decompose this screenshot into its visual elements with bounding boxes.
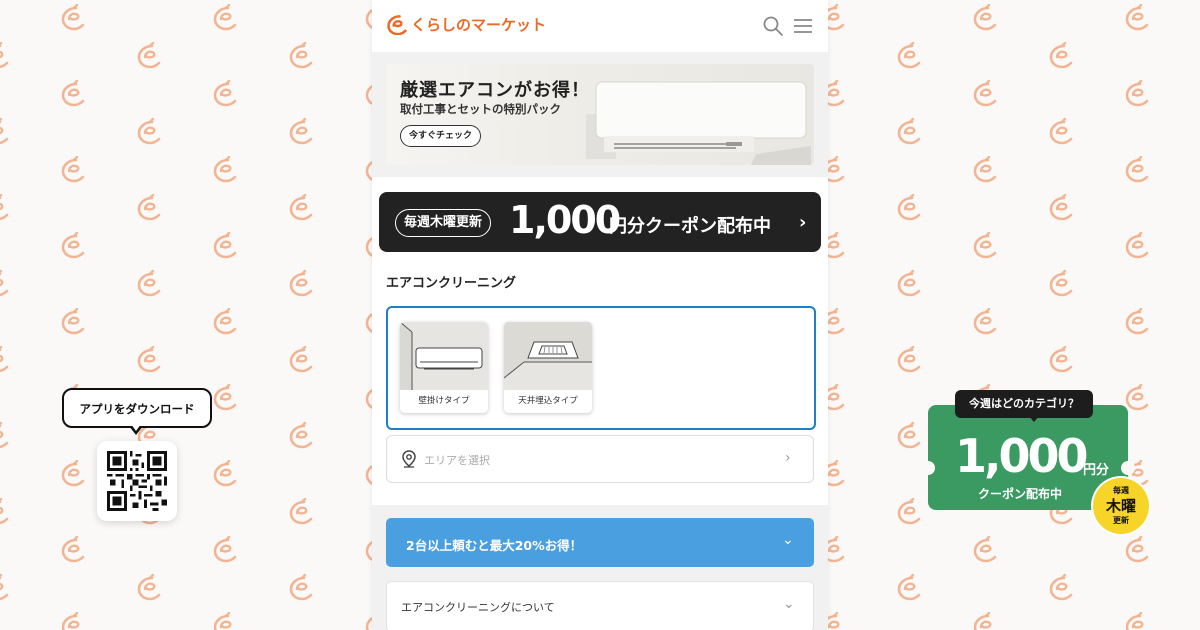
brand-name: くらしのマーケット <box>411 15 547 34</box>
app-download-label: アプリをダウンロード <box>79 402 195 416</box>
area-select-field[interactable]: エリアを選択 › <box>386 435 814 483</box>
ticket-notch <box>1121 461 1135 475</box>
about-accordion[interactable]: エアコンクリーニングについて ⌄ <box>386 581 814 630</box>
location-pin-icon <box>402 450 416 468</box>
type-card-wall-mounted[interactable]: 壁掛けタイプ <box>400 322 488 413</box>
side-coupon-widget[interactable]: 1,000 円分 クーポン配布中 今週はどのカテゴリ？ 毎週 木曜 更新 <box>921 388 1155 538</box>
ceiling-cassette-ac-icon <box>504 322 592 390</box>
chevron-down-icon: ⌄ <box>783 596 795 612</box>
weekly-update-tag: 毎週木曜更新 <box>395 209 492 237</box>
coupon-amount: 1,000 <box>509 198 621 242</box>
multi-unit-discount-accordion[interactable]: 2台以上頼むと最大20%お得！ ⌄ <box>386 518 814 567</box>
coupon-text: 円分クーポン配布中 <box>609 216 771 237</box>
hamburger-menu-icon[interactable] <box>792 15 814 37</box>
ticket-notch <box>921 461 935 475</box>
qr-code-icon <box>107 451 167 511</box>
hero-title: 厳選エアコンがお得！ <box>400 80 590 101</box>
qr-code-card[interactable] <box>97 441 177 521</box>
chevron-down-icon: ⌄ <box>782 532 794 548</box>
chevron-right-icon: › <box>785 450 791 466</box>
about-text: エアコンクリーニングについて <box>401 601 555 614</box>
site-header: くらしのマーケット <box>372 0 828 53</box>
badge-line3: 更新 <box>1113 516 1129 525</box>
promo-text: 2台以上頼むと最大20%お得！ <box>406 538 583 553</box>
chevron-right-icon: › <box>799 212 807 233</box>
coupon-banner[interactable]: 毎週木曜更新 1,000 円分クーポン配布中 › <box>379 192 821 252</box>
ac-type-selector: 壁掛けタイプ 天井埋込タイプ <box>386 306 816 430</box>
ticket-text: クーポン配布中 <box>978 487 1063 501</box>
search-icon[interactable] <box>762 15 784 37</box>
site-logo[interactable]: くらしのマーケット <box>386 13 546 35</box>
check-now-button[interactable]: 今すぐチェック <box>400 125 482 147</box>
kurashi-c-icon <box>387 15 407 35</box>
hero-subtitle: 取付工事とセットの特別パック <box>400 102 561 116</box>
ticket-amount: 1,000 <box>955 429 1089 483</box>
type-label: 天井埋込タイプ <box>518 396 578 406</box>
app-download-bubble: アプリをダウンロード <box>62 388 212 428</box>
wall-mounted-ac-icon <box>400 322 488 390</box>
type-label: 壁掛けタイプ <box>418 396 470 406</box>
label-tail <box>1029 416 1039 422</box>
type-card-ceiling-cassette[interactable]: 天井埋込タイプ <box>504 322 592 413</box>
category-question-label: 今週はどのカテゴリ？ <box>955 390 1093 418</box>
mobile-page: くらしのマーケット 厳選エアコンがお得！ 取付工事とセットの特別パック 今すぐチ… <box>372 0 828 630</box>
thursday-badge: 毎週 木曜 更新 <box>1093 478 1149 534</box>
badge-line2: 木曜 <box>1105 497 1136 515</box>
air-conditioner-illustration <box>586 81 811 165</box>
bubble-tail-inner <box>131 424 141 431</box>
hero-banner[interactable]: 厳選エアコンがお得！ 取付工事とセットの特別パック 今すぐチェック <box>386 64 814 165</box>
area-placeholder: エリアを選択 <box>424 454 490 467</box>
ticket-yen: 円分 <box>1083 463 1110 478</box>
section-title: エアコンクリーニング <box>386 276 517 291</box>
